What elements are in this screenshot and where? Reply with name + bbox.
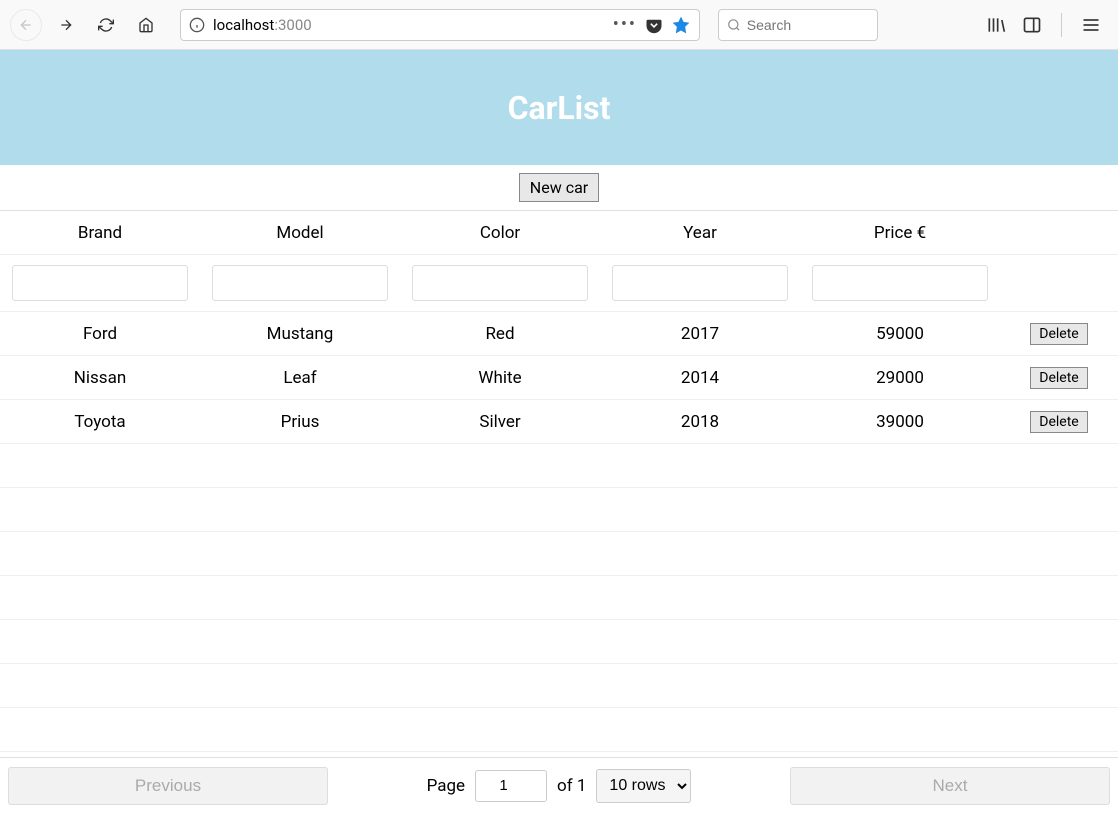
page-of-label: of 1 — [557, 776, 586, 796]
arrow-right-icon — [58, 17, 74, 33]
search-input[interactable] — [747, 17, 869, 33]
page-number-input[interactable] — [475, 770, 547, 802]
home-icon — [138, 17, 154, 33]
header-model[interactable]: Model — [200, 215, 400, 251]
cell-brand: Toyota — [0, 404, 200, 440]
cars-table: Brand Model Color Year Price € Ford Must… — [0, 210, 1118, 752]
table-row-empty — [0, 488, 1118, 532]
cell-price: 29000 — [800, 360, 1000, 396]
cell-price: 39000 — [800, 404, 1000, 440]
header-year[interactable]: Year — [600, 215, 800, 251]
table-header-row: Brand Model Color Year Price € — [0, 211, 1118, 255]
previous-button[interactable]: Previous — [8, 767, 328, 805]
filter-year-input[interactable] — [612, 265, 789, 301]
table-row-empty — [0, 664, 1118, 708]
arrow-left-icon — [18, 17, 34, 33]
cell-model: Prius — [200, 404, 400, 440]
delete-button[interactable]: Delete — [1030, 411, 1087, 433]
home-button[interactable] — [130, 9, 162, 41]
divider — [1061, 13, 1062, 37]
library-icon[interactable] — [985, 14, 1007, 36]
table-row-empty — [0, 576, 1118, 620]
cell-color: Silver — [400, 404, 600, 440]
table-row-empty — [0, 708, 1118, 752]
search-box[interactable] — [718, 9, 878, 41]
search-icon — [727, 17, 741, 33]
page-label: Page — [427, 776, 465, 796]
cell-year: 2017 — [600, 316, 800, 352]
header-action — [1000, 225, 1118, 241]
cell-price: 59000 — [800, 316, 1000, 352]
cell-model: Leaf — [200, 360, 400, 396]
hamburger-menu-icon[interactable] — [1080, 14, 1102, 36]
info-icon — [189, 17, 205, 33]
delete-button[interactable]: Delete — [1030, 323, 1087, 345]
filter-price-input[interactable] — [812, 265, 989, 301]
header-price[interactable]: Price € — [800, 215, 1000, 251]
cell-color: Red — [400, 316, 600, 352]
filter-brand-input[interactable] — [12, 265, 189, 301]
table-row-empty — [0, 620, 1118, 664]
header-color[interactable]: Color — [400, 215, 600, 251]
delete-button[interactable]: Delete — [1030, 367, 1087, 389]
reload-icon — [98, 17, 114, 33]
address-bar[interactable]: localhost:3000 ••• — [180, 9, 700, 41]
new-car-button[interactable]: New car — [519, 173, 599, 202]
cell-model: Mustang — [200, 316, 400, 352]
pagination: Previous Page of 1 10 rows Next — [0, 757, 1118, 813]
table-row-empty — [0, 444, 1118, 488]
header-brand[interactable]: Brand — [0, 215, 200, 251]
filter-model-input[interactable] — [212, 265, 389, 301]
table-filter-row — [0, 255, 1118, 312]
cell-color: White — [400, 360, 600, 396]
bookmark-star-icon[interactable] — [671, 15, 691, 35]
table-row: Toyota Prius Silver 2018 39000 Delete — [0, 400, 1118, 444]
cell-year: 2014 — [600, 360, 800, 396]
cell-brand: Ford — [0, 316, 200, 352]
more-icon[interactable]: ••• — [613, 14, 637, 35]
table-row-empty — [0, 532, 1118, 576]
sidebar-icon[interactable] — [1021, 14, 1043, 36]
filter-color-input[interactable] — [412, 265, 589, 301]
cell-brand: Nissan — [0, 360, 200, 396]
banner: CarList — [0, 50, 1118, 165]
reload-button[interactable] — [90, 9, 122, 41]
next-button[interactable]: Next — [790, 767, 1110, 805]
table-row: Nissan Leaf White 2014 29000 Delete — [0, 356, 1118, 400]
rows-per-page-select[interactable]: 10 rows — [596, 769, 691, 803]
page-title: CarList — [508, 89, 611, 127]
cell-year: 2018 — [600, 404, 800, 440]
forward-button[interactable] — [50, 9, 82, 41]
url-text: localhost:3000 — [213, 16, 605, 34]
table-row: Ford Mustang Red 2017 59000 Delete — [0, 312, 1118, 356]
back-button[interactable] — [10, 9, 42, 41]
pocket-icon[interactable] — [645, 16, 663, 34]
